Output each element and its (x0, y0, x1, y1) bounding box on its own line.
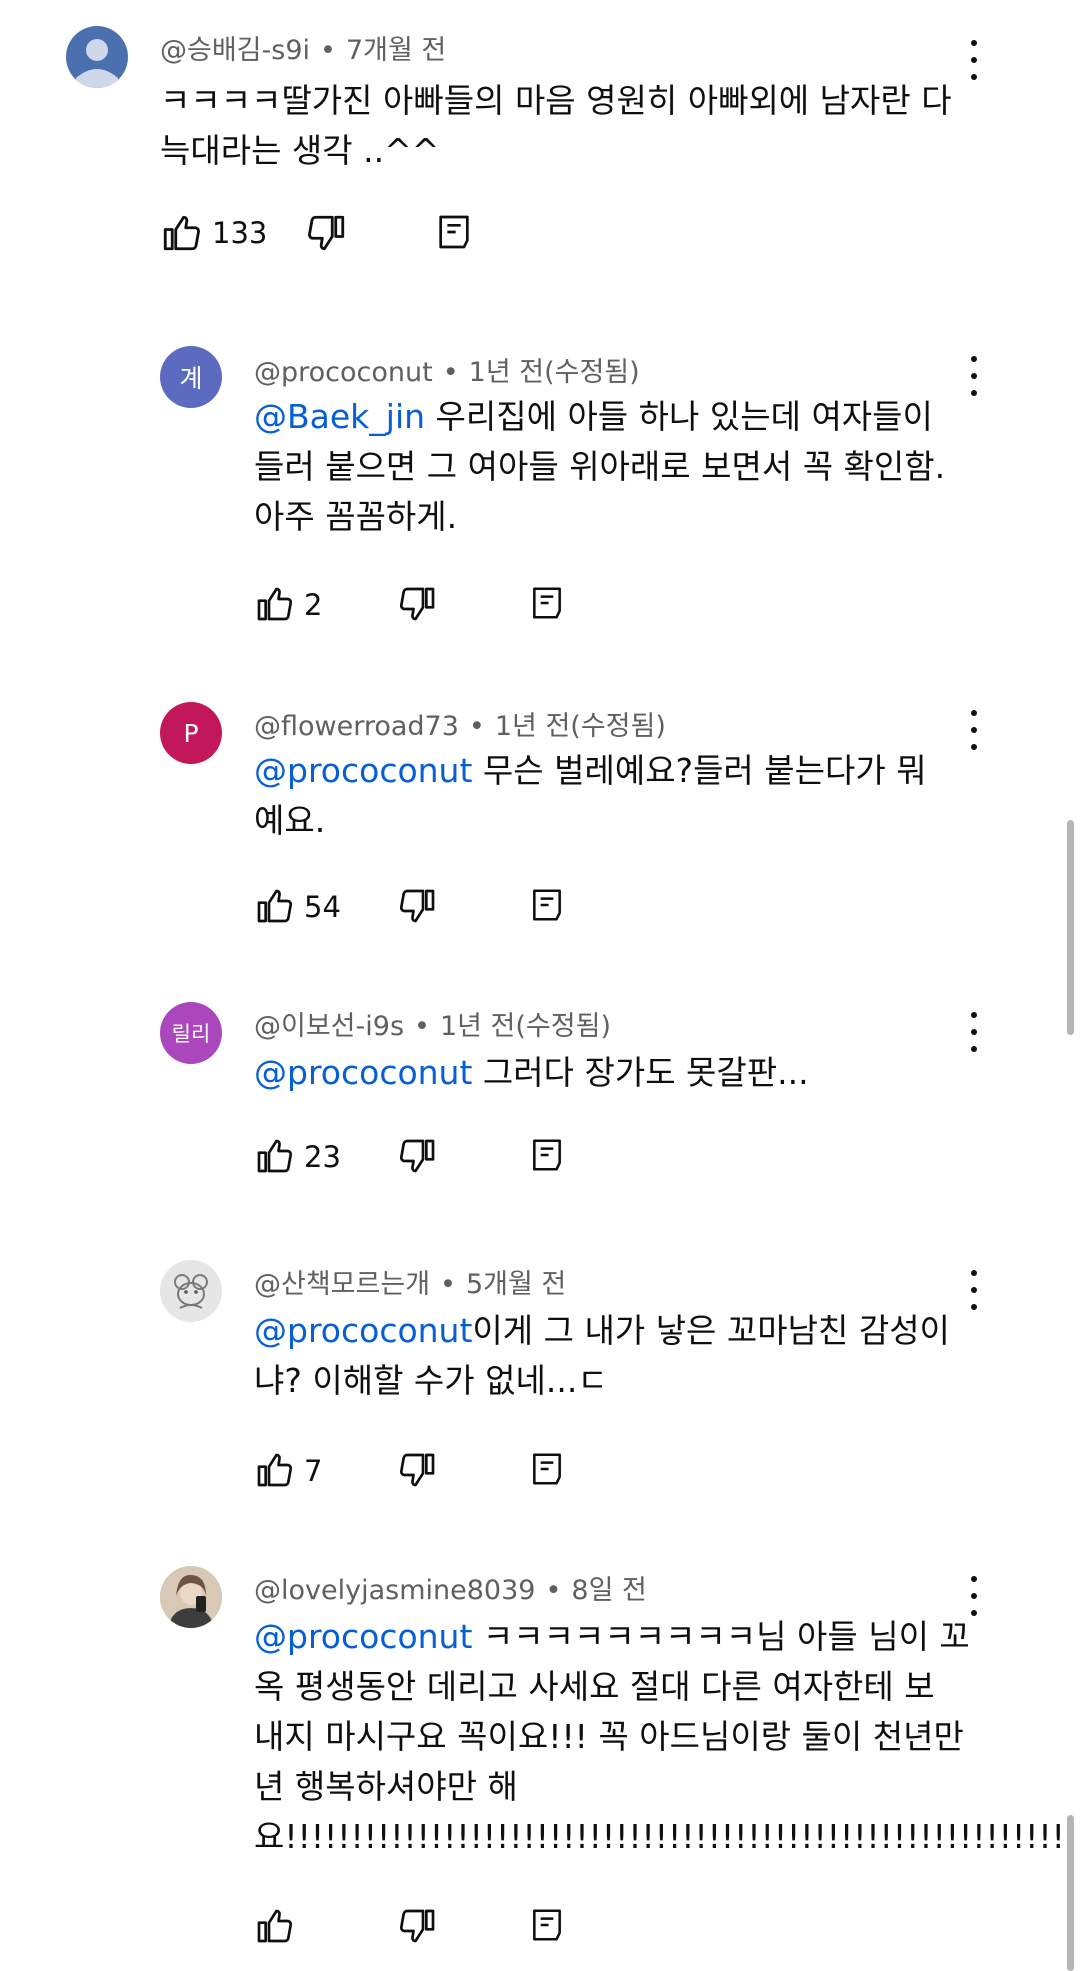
comment-author[interactable]: @lovelyjasmine8039 (254, 1575, 535, 1606)
dog-sketch-avatar-icon (160, 1260, 222, 1322)
mention-link[interactable]: @prococonut (254, 1053, 472, 1092)
comment-author[interactable]: @산책모르는개 (254, 1269, 430, 1300)
comment-author[interactable]: @prococonut (254, 357, 433, 388)
thumbs-up-icon[interactable] (254, 1906, 294, 1946)
thumbs-down-icon[interactable] (398, 886, 438, 926)
like-count: 23 (304, 1140, 341, 1174)
comment-header: @산책모르는개 • 5개월 전 (254, 1269, 567, 1300)
comment-actions: 54 (254, 886, 574, 930)
comment-text: @Baek_jin 우리집에 아들 하나 있는데 여자들이 들러 붙으면 그 여… (254, 397, 946, 536)
reply-icon[interactable] (528, 1450, 566, 1488)
like-count: 2 (304, 588, 323, 622)
comment-text: @prococonut 무슨 벌레예요?들러 붙는다가 뭐 예요. (254, 751, 927, 840)
comment-time[interactable]: 5개월 전 (466, 1269, 566, 1300)
default-avatar-icon (76, 39, 118, 88)
thumbs-up-icon[interactable] (254, 584, 294, 624)
more-vertical-icon[interactable] (966, 1576, 982, 1616)
comment-time[interactable]: 1년 전(수정됨) (440, 1011, 611, 1042)
comment-header: @flowerroad73 • 1년 전(수정됨) (254, 711, 666, 742)
thumbs-up-icon[interactable] (160, 212, 202, 254)
comment-author[interactable]: @이보선-i9s (254, 1011, 404, 1042)
mention-link[interactable]: @prococonut (254, 1311, 472, 1350)
more-vertical-icon[interactable] (966, 710, 982, 750)
comment-time[interactable]: 1년 전(수정됨) (469, 357, 640, 388)
thumbs-down-icon[interactable] (398, 584, 438, 624)
avatar[interactable] (66, 26, 128, 88)
avatar-initial: P (183, 718, 199, 748)
thumbs-up-icon[interactable] (254, 1450, 294, 1490)
like-count: 7 (304, 1454, 323, 1488)
comment-time[interactable]: 1년 전(수정됨) (495, 711, 666, 742)
reply-icon[interactable] (528, 886, 566, 924)
comment-time[interactable]: 7개월 전 (346, 35, 446, 66)
comment-actions: 23 (254, 1136, 574, 1180)
comment-time[interactable]: 8일 전 (571, 1575, 646, 1606)
comment-text: @prococonut 그러다 장가도 못갈판... (254, 1053, 809, 1092)
avatar[interactable] (160, 1566, 222, 1628)
comment-actions (254, 1906, 574, 1950)
thumbs-down-icon[interactable] (398, 1450, 438, 1490)
comment-actions: 7 (254, 1450, 574, 1494)
comment-text: ㅋㅋㅋㅋ딸가진 아빠들의 마음 영원히 아빠외에 남자란 다 늑대라는 생각 .… (160, 81, 952, 170)
scrollbar-thumb-lower[interactable] (1067, 1815, 1074, 1971)
reply-icon[interactable] (528, 1906, 566, 1944)
comment-text: @prococonut ㅋㅋㅋㅋㅋㅋㅋㅋㅋ님 아들 님이 꼬 옥 평생동안 데리… (254, 1617, 1079, 1856)
reply-icon[interactable] (528, 1136, 566, 1174)
thumbs-down-icon[interactable] (398, 1906, 438, 1946)
like-count: 54 (304, 890, 341, 924)
avatar[interactable]: 계 (160, 346, 222, 408)
reply-icon[interactable] (434, 212, 474, 252)
avatar[interactable]: 릴리 (160, 1002, 222, 1064)
thumbs-down-icon[interactable] (398, 1136, 438, 1176)
comment-header: @승배김-s9i • 7개월 전 (160, 35, 447, 66)
comment-header: @이보선-i9s • 1년 전(수정됨) (254, 1011, 611, 1042)
comment-actions: 133 (160, 212, 480, 256)
comment-author[interactable]: @승배김-s9i (160, 35, 310, 66)
thumbs-up-icon[interactable] (254, 1136, 294, 1176)
avatar-initial: 계 (179, 364, 203, 393)
avatar[interactable] (160, 1260, 222, 1322)
more-vertical-icon[interactable] (966, 1270, 982, 1310)
comment-header: @prococonut • 1년 전(수정됨) (254, 357, 640, 388)
more-vertical-icon[interactable] (966, 356, 982, 396)
mention-link[interactable]: @prococonut (254, 1617, 472, 1656)
avatar-initial: 릴리 (171, 1022, 211, 1046)
comment-actions: 2 (254, 584, 574, 628)
more-vertical-icon[interactable] (966, 1012, 982, 1052)
profile-photo-icon (160, 1566, 222, 1628)
mention-link[interactable]: @prococonut (254, 751, 472, 790)
thumbs-up-icon[interactable] (254, 886, 294, 926)
reply-icon[interactable] (528, 584, 566, 622)
scrollbar-thumb[interactable] (1067, 820, 1074, 1035)
thumbs-down-icon[interactable] (306, 212, 348, 254)
like-count: 133 (212, 216, 268, 250)
more-vertical-icon[interactable] (966, 40, 982, 80)
comment-header: @lovelyjasmine8039 • 8일 전 (254, 1575, 647, 1606)
mention-link[interactable]: @Baek_jin (254, 397, 425, 436)
avatar[interactable]: P (160, 702, 222, 764)
comment-text: @prococonut이게 그 내가 낳은 꼬마남친 감성이 냐? 이해할 수가… (254, 1311, 950, 1400)
comment-author[interactable]: @flowerroad73 (254, 711, 459, 742)
